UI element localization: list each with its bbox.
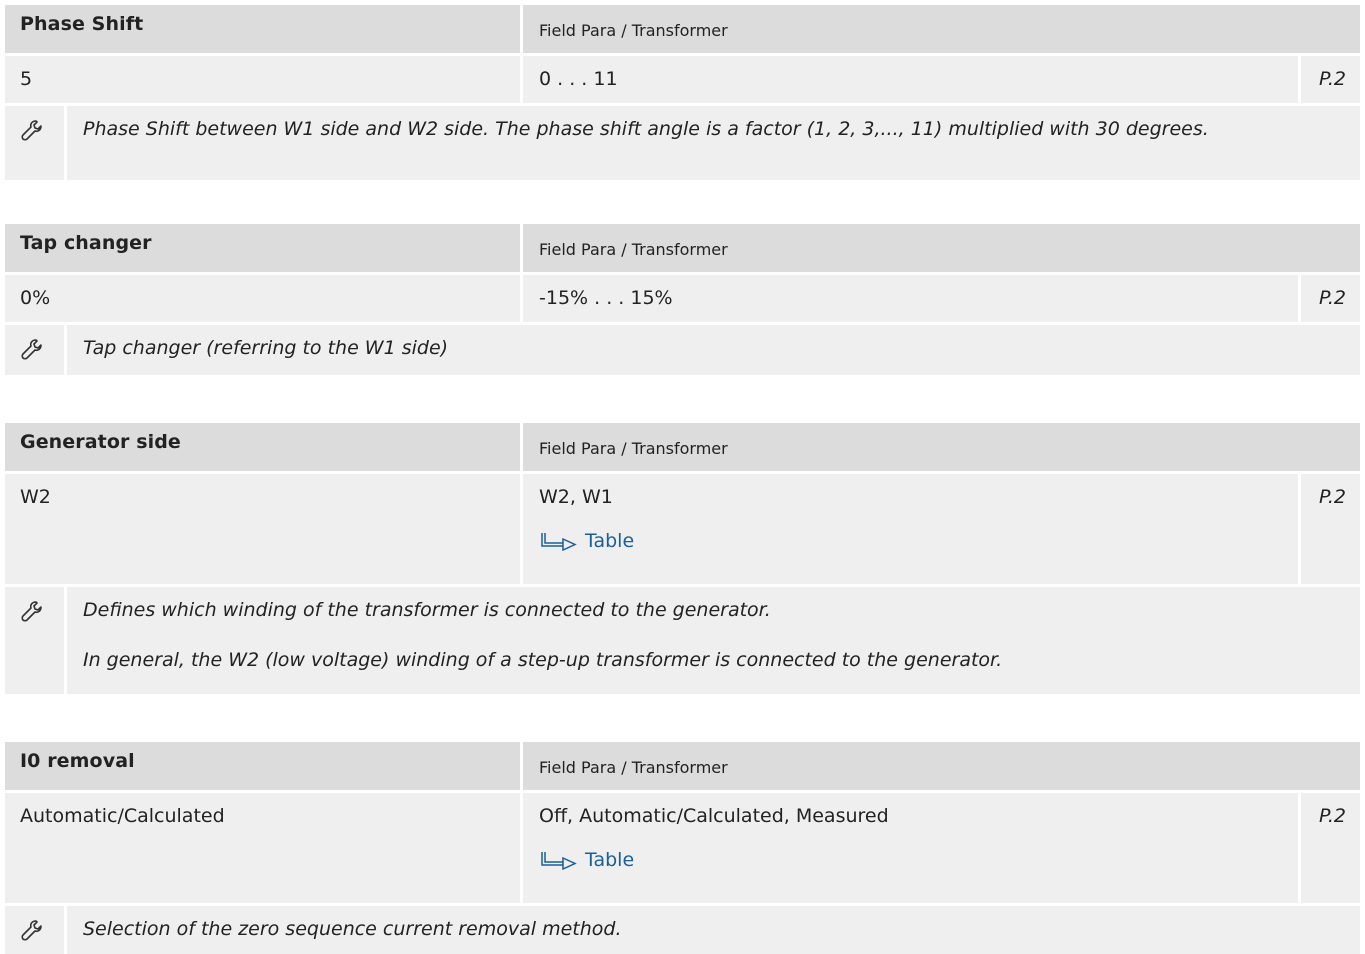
value-range: -15% . . . 15% — [539, 287, 673, 309]
table-link[interactable]: Table — [539, 530, 1298, 552]
wrench-icon — [21, 339, 42, 360]
param-name: I0 removal — [20, 750, 135, 772]
param-name: Tap changer — [20, 232, 152, 254]
param-phase-shift: Phase Shift Field Para / Transformer 5 0… — [5, 5, 1360, 180]
value-range: W2, W1 — [539, 486, 613, 508]
menu-path: Field Para / Transformer — [539, 758, 728, 777]
description-text: Phase Shift between W1 side and W2 side.… — [83, 118, 1209, 140]
param-i0-removal: I0 removal Field Para / Transformer Auto… — [5, 742, 1360, 954]
param-generator-side: Generator side Field Para / Transformer … — [5, 423, 1360, 694]
table-link-arrow-icon — [541, 852, 577, 870]
default-value: 5 — [20, 68, 33, 90]
protection-level: P.2 — [1319, 486, 1346, 508]
value-range: Off, Automatic/Calculated, Measured — [539, 805, 889, 827]
description-text: Tap changer (referring to the W1 side) — [83, 337, 449, 359]
description-text: In general, the W2 (low voltage) winding… — [83, 649, 1003, 671]
default-value: W2 — [20, 486, 51, 508]
default-value: 0% — [20, 287, 51, 309]
value-range: 0 . . . 11 — [539, 68, 618, 90]
protection-level: P.2 — [1319, 287, 1346, 309]
wrench-icon — [21, 120, 42, 141]
table-link-label[interactable]: Table — [585, 530, 634, 552]
wrench-icon — [21, 601, 42, 622]
default-value: Automatic/Calculated — [20, 805, 225, 827]
menu-path: Field Para / Transformer — [539, 240, 728, 259]
protection-level: P.2 — [1319, 805, 1346, 827]
table-link[interactable]: Table — [539, 849, 1298, 871]
wrench-icon — [21, 920, 42, 941]
param-tap-changer: Tap changer Field Para / Transformer 0% … — [5, 224, 1360, 375]
table-link-arrow-icon — [541, 533, 577, 551]
protection-level: P.2 — [1319, 68, 1346, 90]
param-name: Phase Shift — [20, 13, 144, 35]
menu-path: Field Para / Transformer — [539, 21, 728, 40]
description-text: Selection of the zero sequence current r… — [83, 918, 622, 940]
table-link-label[interactable]: Table — [585, 849, 634, 871]
param-name: Generator side — [20, 431, 181, 453]
description-text: Defines which winding of the transformer… — [83, 599, 771, 621]
menu-path: Field Para / Transformer — [539, 439, 728, 458]
